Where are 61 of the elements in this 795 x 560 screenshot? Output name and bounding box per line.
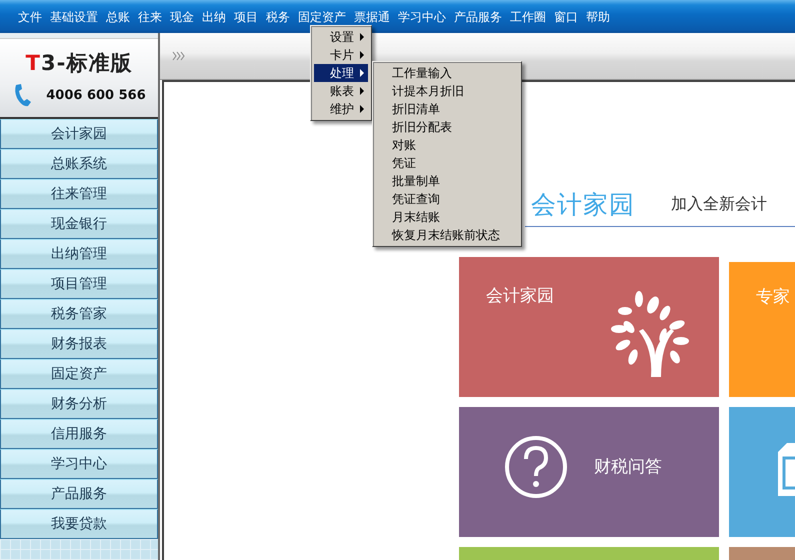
menu-item[interactable]: 产品服务 [450,6,506,27]
menu-item[interactable]: 对账 [376,136,518,154]
phone-icon [12,83,32,107]
nav-button[interactable]: 出纳管理 [0,239,158,269]
menu-item[interactable]: 项目 [230,6,262,27]
menu-item[interactable]: 固定资产 [294,6,350,27]
nav-button[interactable]: 会计家园 [0,119,158,149]
menu-item[interactable]: 基础设置 [46,6,102,27]
nav-button[interactable]: 总账系统 [0,149,158,179]
nav-button[interactable]: 我要贷款 [0,509,158,539]
nav-button[interactable]: 信用服务 [0,419,158,449]
nav-button[interactable]: 往来管理 [0,179,158,209]
tile-title: 会计家园 [486,285,554,307]
menu-item[interactable]: 计提本月折旧 [376,82,518,100]
submenu-arrow-icon [360,69,364,77]
menu-item[interactable]: 折旧分配表 [376,118,518,136]
menu-item[interactable]: 票据通 [350,6,394,27]
nav-button[interactable]: 学习中心 [0,449,158,479]
menu-item[interactable]: 月末结账 [376,208,518,226]
menu-item[interactable]: 卡片 [314,46,368,64]
tagline: 加入全新会计 [671,194,767,214]
tile-title: 财税问答 [594,456,662,478]
nav-button[interactable]: 产品服务 [0,479,158,509]
menu-item[interactable]: 处理 [314,64,368,82]
brand-logo: 会计家园 [531,188,635,220]
menu-item[interactable]: 现金 [166,6,198,27]
menu-item[interactable]: 凭证 [376,154,518,172]
nav-button[interactable]: 税务管家 [0,299,158,329]
menu-item[interactable]: 往来 [134,6,166,27]
menu-item[interactable]: 总账 [102,6,134,27]
menu-item[interactable]: 工作圈 [506,6,550,27]
menu-item[interactable]: 折旧清单 [376,100,518,118]
submenu-arrow-icon [360,33,364,41]
expand-icon[interactable] [172,51,185,61]
submenu-arrow-icon [360,87,364,95]
tile[interactable]: 财税问答 [459,407,719,537]
nav-button[interactable]: 固定资产 [0,359,158,389]
menu-item[interactable]: 账表 [314,82,368,100]
nav-button[interactable]: 项目管理 [0,269,158,299]
phone-number: 4006 600 566 [46,88,146,102]
tile[interactable]: 会计家园 [459,257,719,397]
menu-item[interactable]: 帮助 [582,6,614,27]
submenu-arrow-icon [360,51,364,59]
tile-title: 专家 [756,286,790,308]
nav-button[interactable]: 现金银行 [0,209,158,239]
menu-item[interactable]: 税务 [262,6,294,27]
menu-item[interactable]: 设置 [314,28,368,46]
menu-item[interactable]: 凭证查询 [376,190,518,208]
menu-item[interactable]: 文件 [14,6,46,27]
menu-item[interactable]: 恢复月末结账前状态 [376,226,518,244]
menu-item[interactable]: 批量制单 [376,172,518,190]
menu-item[interactable]: 维护 [314,100,368,118]
nav-button[interactable]: 财务分析 [0,389,158,419]
question-icon [504,435,568,499]
menu-item[interactable]: 窗口 [550,6,582,27]
submenu-arrow-icon [360,105,364,113]
menu-item[interactable]: 出纳 [198,6,230,27]
nav-button[interactable]: 财务报表 [0,329,158,359]
product-logo: T3-标准版 [26,50,132,77]
menu-item[interactable]: 工作量输入 [376,64,518,82]
menu-item[interactable]: 学习中心 [394,6,450,27]
